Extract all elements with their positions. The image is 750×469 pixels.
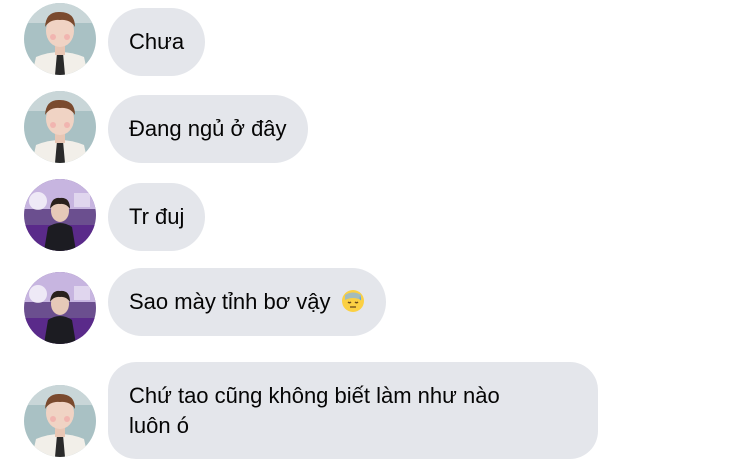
avatar-man-tie-icon [24, 3, 96, 75]
message-bubble[interactable]: Tr đuj [108, 183, 206, 251]
avatar-person-purple-room-icon [24, 272, 96, 344]
avatar[interactable] [24, 91, 96, 163]
message-bubble[interactable]: Sao mày tỉnh bơ vậy [108, 268, 386, 336]
avatar-man-tie-icon [24, 385, 96, 457]
message-text: Sao mày tỉnh bơ vậy [129, 289, 331, 314]
avatar[interactable] [24, 3, 96, 75]
message-text-line: luôn ó [129, 413, 189, 438]
message-bubble[interactable]: Chưa [108, 8, 206, 76]
message-text: Tr đuj [129, 204, 185, 229]
downcast-face-with-sweat-icon [341, 290, 364, 312]
chat-conversation: Chưa Đang ngủ ở đây Tr đuj Sao mày tỉnh … [0, 0, 750, 469]
avatar[interactable] [24, 385, 96, 457]
message-text: Đang ngủ ở đây [129, 116, 287, 141]
message-text-line: Chứ tao cũng không biết làm như nào [129, 383, 500, 408]
avatar-person-purple-room-icon [24, 179, 96, 251]
avatar[interactable] [24, 179, 96, 251]
avatar-man-tie-icon [24, 91, 96, 163]
message-bubble[interactable]: Chứ tao cũng không biết làm như nào luôn… [108, 362, 598, 459]
message-bubble[interactable]: Đang ngủ ở đây [108, 95, 308, 163]
avatar[interactable] [24, 272, 96, 344]
message-text: Chưa [129, 29, 185, 54]
